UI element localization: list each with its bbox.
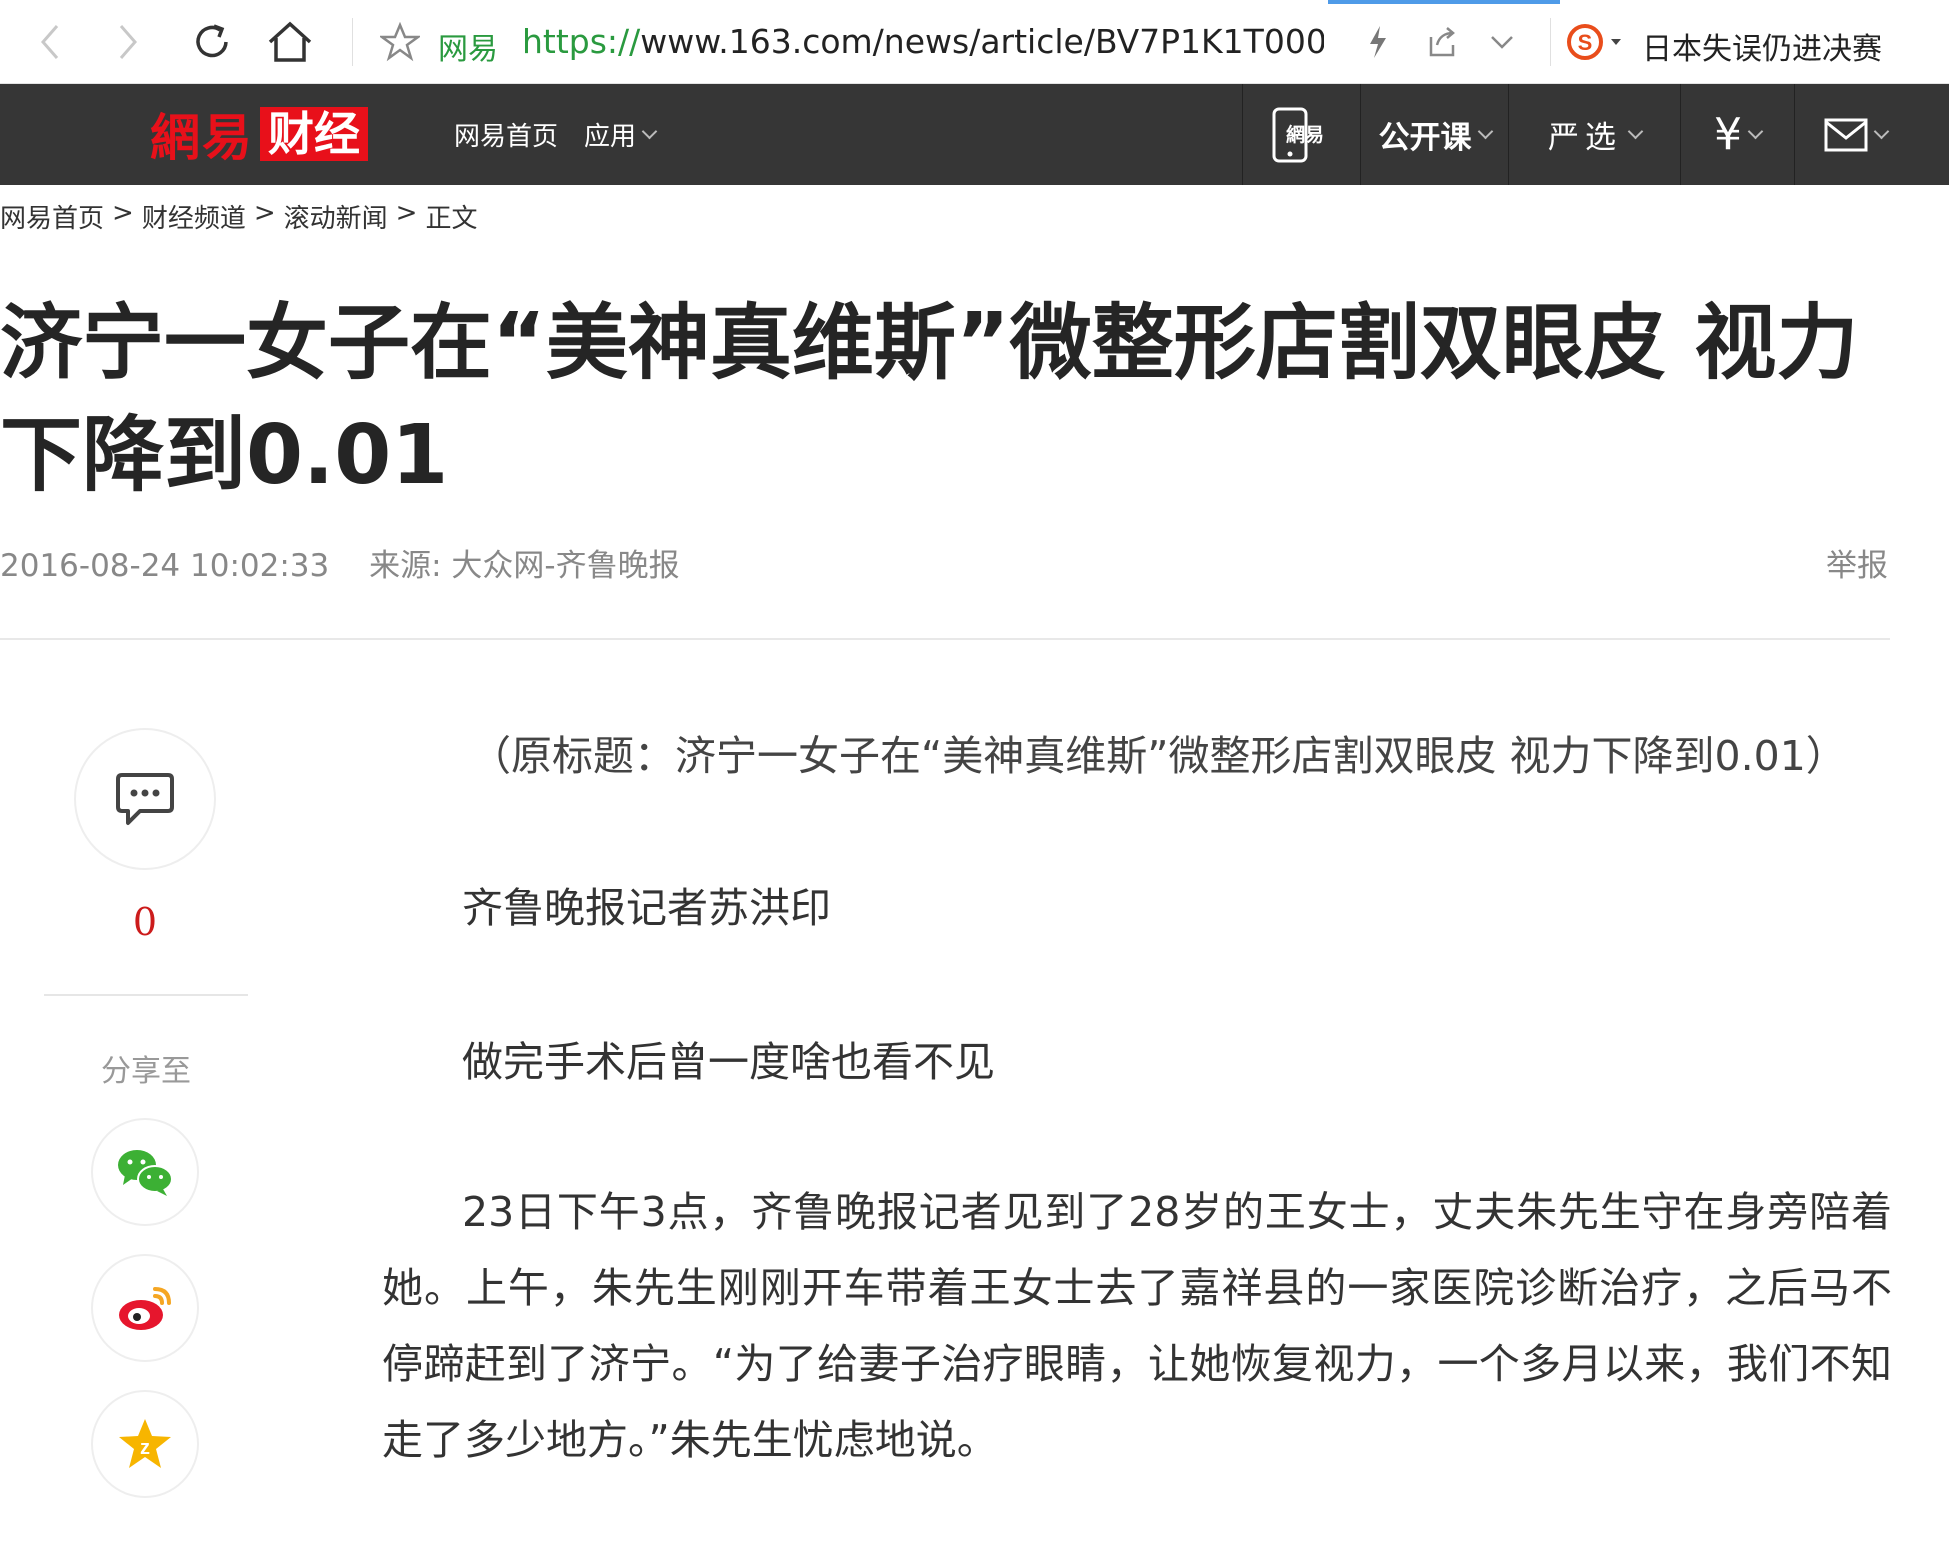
page-load-progress <box>1328 0 1560 4</box>
svg-text:S: S <box>1578 30 1593 55</box>
nav-finance-tools[interactable]: ¥ <box>1680 84 1794 185</box>
wechat-icon <box>118 1150 173 1196</box>
nav-link-apps[interactable]: 应用 <box>584 116 658 153</box>
nav-yanxuan-label: 严选 <box>1548 120 1622 156</box>
article-paragraph: 23日下午3点，齐鲁晚报记者见到了28岁的王女士，丈夫朱先生守在身旁陪着她。上午… <box>382 1188 1892 1464</box>
speed-mode-button[interactable] <box>1350 14 1406 70</box>
svg-text:z: z <box>140 1437 150 1459</box>
chevron-down-icon <box>1491 36 1513 49</box>
header-divider <box>0 638 1890 640</box>
address-dropdown-button[interactable] <box>1474 14 1530 70</box>
chevron-down-icon <box>1477 123 1493 140</box>
report-link[interactable]: 举报 <box>1826 540 1888 585</box>
comment-bubble-icon <box>116 773 174 825</box>
reload-icon <box>196 24 228 58</box>
chevron-down-icon <box>1873 123 1890 140</box>
home-icon <box>268 21 312 62</box>
publish-datetime: 2016-08-24 10:02:33 <box>0 548 330 584</box>
nav-link-home[interactable]: 网易首页 <box>454 116 558 153</box>
comment-count[interactable]: 0 <box>100 900 190 944</box>
back-button[interactable] <box>22 14 78 70</box>
mobile-app-button[interactable]: 網易 <box>1242 84 1360 185</box>
breadcrumb-separator: > <box>253 198 276 228</box>
share-page-button[interactable] <box>1414 14 1470 70</box>
share-label: 分享至 <box>101 1054 191 1089</box>
lightning-icon <box>1370 26 1386 58</box>
mobile-app-label: 網易 <box>1285 123 1323 146</box>
comment-button[interactable] <box>74 728 216 870</box>
site-identity-label[interactable]: 网易 <box>438 24 498 68</box>
home-button[interactable] <box>262 14 318 70</box>
forward-button[interactable] <box>100 14 156 70</box>
yuan-icon: ¥ <box>1714 109 1742 160</box>
toolbar-separator <box>1550 18 1551 66</box>
sogou-search-icon: S <box>1567 24 1621 60</box>
search-engine-selector[interactable]: S <box>1562 14 1632 70</box>
share-icon <box>1429 27 1455 57</box>
chevron-down-icon <box>1627 123 1644 140</box>
article-meta: 2016-08-24 10:02:33 来源: 大众网-齐鲁晚报 <box>0 540 680 585</box>
breadcrumb-finance[interactable]: 财经频道 <box>142 198 246 235</box>
original-title: （原标题：济宁一女子在“美神真维斯”微整形店割双眼皮 视力下降到0.01） <box>470 732 1847 780</box>
breadcrumb-separator: > <box>112 198 134 228</box>
back-arrow-icon <box>41 25 59 59</box>
article-subheading: 做完手术后曾一度啥也看不见 <box>462 1038 995 1086</box>
nav-link-apps-label: 应用 <box>584 122 637 152</box>
weibo-icon <box>119 1287 171 1330</box>
side-divider <box>44 994 248 996</box>
mobile-phone-icon: 網易 <box>1272 107 1324 162</box>
bookmark-star-icon[interactable] <box>378 21 422 66</box>
reporter-byline: 齐鲁晚报记者苏洪印 <box>462 884 831 932</box>
mail-icon <box>1824 118 1868 151</box>
logo-brand: 網易 <box>150 108 254 167</box>
breadcrumb-current: 正文 <box>425 204 478 234</box>
share-qzone-button[interactable]: z <box>91 1390 199 1498</box>
qzone-star-icon: z <box>119 1419 171 1468</box>
share-wechat-button[interactable] <box>91 1118 199 1226</box>
nav-open-course-label: 公开课 <box>1378 120 1472 156</box>
chevron-down-icon <box>1747 123 1764 140</box>
nav-open-course[interactable]: 公开课 <box>1360 84 1508 185</box>
browser-toolbar: 网易 https://www.163.com/news/article/BV7P… <box>0 0 1949 84</box>
netease-finance-logo[interactable]: 網易 财经 <box>150 106 368 167</box>
reload-button[interactable] <box>184 14 240 70</box>
site-nav-bar: 網易 财经 网易首页 应用 網易 公开课 严选 ¥ <box>0 84 1949 185</box>
chevron-down-icon <box>641 123 658 140</box>
url-protocol: https:// <box>522 22 641 61</box>
nav-yanxuan[interactable]: 严选 <box>1508 84 1680 185</box>
article-title: 济宁一女子在“美神真维斯”微整形店割双眼皮 视力下降到0.01 <box>0 296 1859 503</box>
toolbar-separator <box>352 18 353 66</box>
share-weibo-button[interactable] <box>91 1254 199 1362</box>
breadcrumb-rolling-news[interactable]: 滚动新闻 <box>284 198 388 235</box>
url-path: www.163.com/news/article/BV7P1K1T00014SE <box>640 22 1324 61</box>
address-bar[interactable]: https://www.163.com/news/article/BV7P1K1… <box>522 22 1324 61</box>
nav-mail[interactable] <box>1794 84 1916 185</box>
article-source[interactable]: 来源: 大众网-齐鲁晚报 <box>369 548 679 584</box>
logo-channel: 财经 <box>260 107 368 161</box>
breadcrumb: 网易首页 > 财经频道 > 滚动新闻 > 正文 <box>0 198 477 235</box>
forward-arrow-icon <box>119 25 137 59</box>
breadcrumb-separator: > <box>395 198 418 228</box>
search-box[interactable]: 日本失误仍进决赛 <box>1642 24 1882 68</box>
breadcrumb-home[interactable]: 网易首页 <box>0 198 104 235</box>
